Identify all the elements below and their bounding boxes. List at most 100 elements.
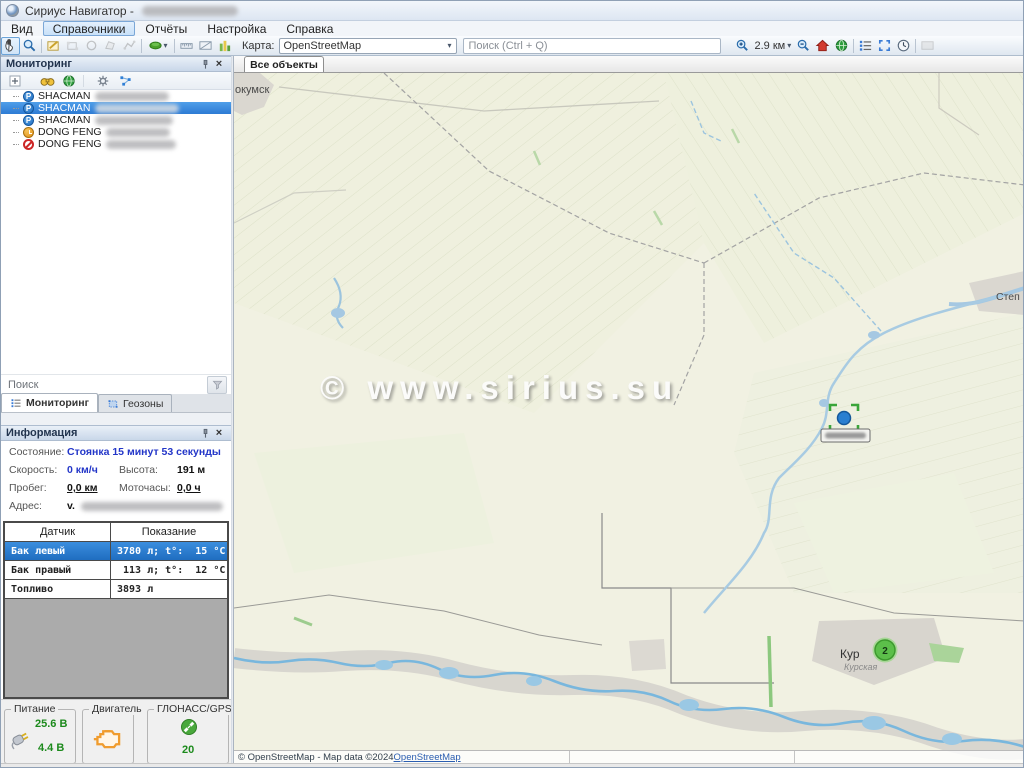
- toolbar-separator: [174, 39, 175, 53]
- show-all-on-map-button[interactable]: [61, 73, 77, 88]
- map-tab-label: Все объекты: [250, 59, 318, 71]
- status-nodata-icon: [23, 127, 34, 138]
- statusbar-separator: [794, 751, 795, 763]
- vehicle-row[interactable]: P SHACMAN: [1, 90, 231, 102]
- binoculars-icon: [40, 74, 55, 87]
- redacted-map-label: [825, 433, 866, 439]
- statusbar-separator: [569, 751, 570, 763]
- map-select-label: Карта:: [242, 40, 275, 52]
- menu-settings[interactable]: Настройка: [197, 21, 276, 36]
- map-tabbar: Все объекты: [234, 56, 1024, 73]
- vehicle-row[interactable]: DONG FENG: [1, 138, 231, 150]
- menu-view[interactable]: Вид: [1, 21, 43, 36]
- close-icon: ×: [216, 59, 222, 70]
- vehicle-row-selected[interactable]: P SHACMAN: [1, 102, 231, 114]
- measure-area-button[interactable]: [196, 37, 215, 55]
- dropdown-arrow-icon: ▾: [447, 41, 451, 50]
- expand-all-button[interactable]: [7, 73, 23, 88]
- whole-map-button[interactable]: [832, 37, 851, 55]
- zoom-out-button[interactable]: [794, 37, 813, 55]
- polyline-tool-button[interactable]: [120, 37, 139, 55]
- vehicle-row[interactable]: P SHACMAN: [1, 114, 231, 126]
- pond: [868, 331, 880, 339]
- legend-button[interactable]: [856, 37, 875, 55]
- edit-map-button[interactable]: [44, 37, 63, 55]
- layers-dropdown-button[interactable]: ▾: [144, 37, 172, 55]
- status-parking-icon: P: [23, 91, 34, 102]
- tree-settings-button[interactable]: [95, 73, 111, 88]
- pan-tool-button[interactable]: [1, 37, 20, 55]
- forest-strip: [769, 636, 771, 707]
- map-provider-value: OpenStreetMap: [284, 40, 362, 52]
- sensor-value: 113 л; t°: 12 °C: [111, 561, 227, 579]
- select-circle-button[interactable]: [82, 37, 101, 55]
- zoom-tool-button[interactable]: [20, 37, 39, 55]
- zoom-in-button[interactable]: [733, 37, 752, 55]
- cluster-marker[interactable]: 2: [873, 638, 898, 663]
- vehicle-row[interactable]: DONG FENG: [1, 126, 231, 138]
- attribution-link[interactable]: OpenStreetMap: [394, 752, 461, 763]
- power-groupbox: Питание 25.6 В 4.4 В: [4, 709, 76, 764]
- filter-button[interactable]: [207, 376, 227, 394]
- satellite-icon: [180, 718, 198, 736]
- menu-directories[interactable]: Справочники: [43, 21, 136, 36]
- menu-help[interactable]: Справка: [276, 21, 343, 36]
- sensor-row[interactable]: Топливо 3893 л: [5, 580, 227, 599]
- home-view-button[interactable]: [813, 37, 832, 55]
- dropdown-arrow-icon: ▾: [787, 41, 791, 50]
- sensor-row-selected[interactable]: Бак левый 3780 л; t°: 15 °C: [5, 542, 227, 561]
- objects-button[interactable]: [215, 37, 234, 55]
- select-rect-button[interactable]: [63, 37, 82, 55]
- ruler-icon: [179, 38, 194, 53]
- history-button[interactable]: [894, 37, 913, 55]
- pin-panel-button[interactable]: [198, 427, 212, 440]
- hours-label: Моточасы:: [119, 482, 171, 494]
- tracks-button[interactable]: [117, 73, 133, 88]
- measure-distance-button[interactable]: [177, 37, 196, 55]
- vehicle-label: SHACMAN: [38, 114, 91, 126]
- fit-objects-button[interactable]: [875, 37, 894, 55]
- power-backup-value: 4.4 В: [38, 742, 64, 754]
- fit-bounds-icon: [877, 38, 892, 53]
- scale-value: 2.9 км: [755, 40, 786, 52]
- pin-panel-button[interactable]: [198, 58, 212, 71]
- hours-value[interactable]: 0,0 ч: [177, 482, 201, 494]
- tab-geozones[interactable]: Геозоны: [98, 394, 172, 412]
- polygon-tool-button[interactable]: [101, 37, 120, 55]
- tab-geozones-label: Геозоны: [123, 398, 163, 410]
- status-parking-icon: P: [23, 103, 34, 114]
- minimap-button[interactable]: [918, 37, 937, 55]
- vehicle-tree: P SHACMAN P SHACMAN P SHACMAN DONG FENG: [1, 90, 231, 374]
- find-object-button[interactable]: [39, 73, 55, 88]
- menu-reports[interactable]: Отчёты: [135, 21, 197, 36]
- minimap-icon: [920, 38, 935, 53]
- close-panel-button[interactable]: ×: [212, 58, 226, 71]
- close-panel-button[interactable]: ×: [212, 427, 226, 440]
- layers-icon: [148, 38, 163, 53]
- pin-icon: [200, 428, 211, 439]
- status-parking-icon: P: [23, 115, 34, 126]
- lake: [439, 667, 459, 679]
- building-icon: [217, 38, 232, 53]
- mileage-value[interactable]: 0,0 км: [67, 482, 98, 494]
- state-label: Состояние:: [9, 446, 64, 458]
- gps-satellites-value: 20: [182, 744, 194, 756]
- tree-connector: [13, 120, 19, 121]
- tab-monitoring-label: Мониторинг: [26, 397, 89, 409]
- vehicle-label: SHACMAN: [38, 102, 91, 114]
- global-search-input[interactable]: [463, 38, 721, 54]
- map-attribution: © OpenStreetMap - Map data ©2024 OpenStr…: [234, 750, 1024, 763]
- sensor-row[interactable]: Бак правый 113 л; t°: 12 °C: [5, 561, 227, 580]
- cluster-count: 2: [882, 646, 888, 657]
- tree-connector: [13, 132, 19, 133]
- tree-search-input[interactable]: [1, 376, 207, 394]
- map-canvas: окумск Степ Кур Курская © www.sirius.su …: [234, 73, 1024, 763]
- speed-label: Скорость:: [9, 464, 57, 476]
- map-viewport[interactable]: окумск Степ Кур Курская © www.sirius.su …: [234, 73, 1024, 763]
- circle-tool-icon: [84, 38, 99, 53]
- geozone-icon: [107, 398, 119, 410]
- scale-select[interactable]: 2.9 км ▾: [752, 37, 795, 55]
- map-provider-select[interactable]: OpenStreetMap ▾: [279, 38, 457, 54]
- map-tab-all-objects[interactable]: Все объекты: [244, 56, 324, 72]
- tab-monitoring[interactable]: Мониторинг: [1, 393, 98, 412]
